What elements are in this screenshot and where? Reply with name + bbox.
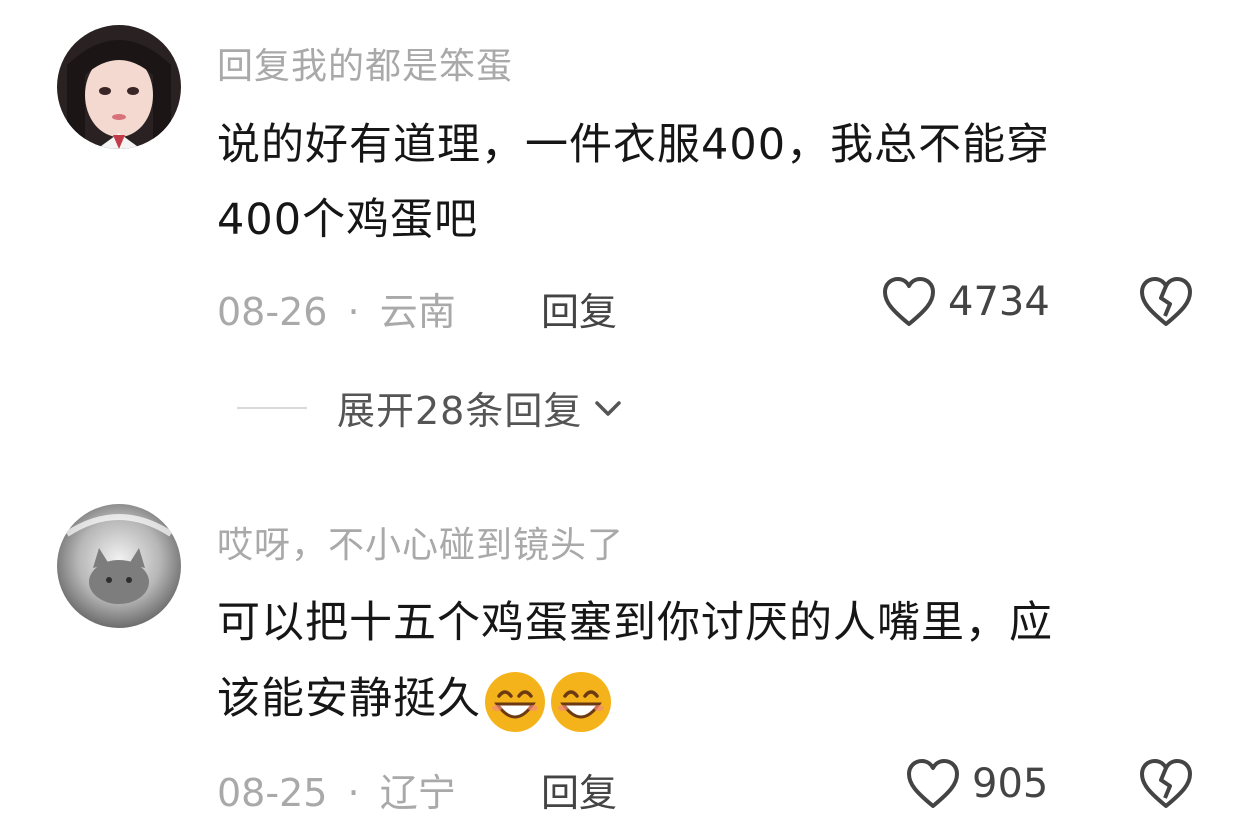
expand-replies-label: 展开28条回复 (337, 389, 583, 433)
broken-heart-icon (1140, 759, 1192, 808)
dislike-button[interactable] (1139, 276, 1193, 332)
reply-button[interactable]: 回复 (541, 281, 617, 336)
comment-date: 08-26 (217, 290, 328, 334)
reply-button[interactable]: 回复 (541, 762, 617, 817)
broken-heart-icon (1140, 277, 1192, 326)
comment-text-line: 400个鸡蛋吧 (217, 195, 479, 245)
meta-separator: · (347, 290, 360, 334)
comment-username[interactable]: 回复我的都是笨蛋 (217, 37, 513, 89)
expand-replies-button[interactable]: 展开28条回复 (237, 380, 626, 435)
chevron-down-icon (595, 400, 622, 416)
comment-meta: 08-25 · 辽宁 (217, 762, 456, 817)
grin-emoji (551, 671, 611, 732)
comment-location: 云南 (379, 290, 456, 334)
dislike-button[interactable] (1139, 758, 1193, 814)
like-button[interactable]: 905 (906, 758, 1048, 810)
avatar-image (57, 504, 181, 628)
avatar-image (57, 25, 181, 149)
comment-meta: 08-26 · 云南 (217, 281, 456, 336)
like-count: 905 (972, 761, 1049, 807)
comment-text-line: 说的好有道理，一件衣服400，我总不能穿 (217, 120, 1051, 170)
meta-separator: · (347, 771, 360, 815)
heart-outline-icon (883, 277, 935, 326)
grin-emoji (485, 671, 545, 732)
like-button[interactable]: 4734 (882, 276, 1050, 328)
comment-text-line: 该能安静挺久 (217, 662, 613, 737)
comment-username[interactable]: 哎呀，不小心碰到镜头了 (217, 516, 624, 568)
comment-date: 08-25 (217, 771, 328, 815)
divider-line (237, 406, 307, 409)
heart-outline-icon (907, 759, 959, 808)
comment-location: 辽宁 (379, 771, 456, 815)
comment-text-line: 可以把十五个鸡蛋塞到你讨厌的人嘴里，应 (217, 598, 1053, 648)
user-avatar[interactable] (57, 504, 181, 628)
user-avatar[interactable] (57, 25, 181, 149)
like-count: 4734 (948, 279, 1050, 325)
comment-text: 该能安静挺久 (217, 674, 481, 724)
